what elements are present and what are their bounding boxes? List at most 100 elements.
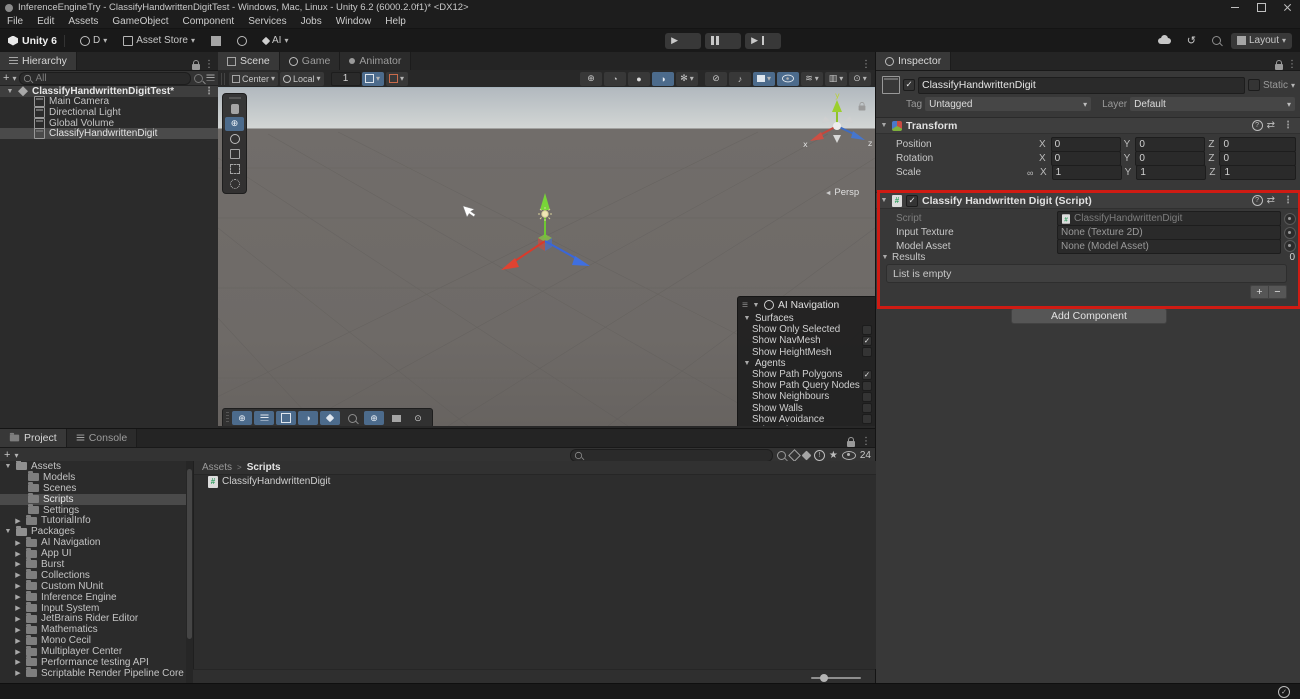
hierarchy-item-main-camera[interactable]: Main Camera — [0, 97, 218, 108]
tab-console[interactable]: Console — [67, 429, 138, 447]
position-y-field[interactable]: 0 — [1135, 137, 1205, 152]
hierarchy-item-global-volume[interactable]: Global Volume — [0, 118, 218, 129]
effects-dropdown[interactable]: ✻▾ — [676, 72, 698, 86]
create-dropdown-icon[interactable]: ▾ — [12, 74, 16, 83]
move-gizmo[interactable] — [501, 193, 590, 270]
checkbox[interactable] — [862, 414, 872, 424]
lock-icon[interactable] — [847, 441, 855, 447]
panel-menu-icon[interactable]: ⋮ — [1283, 59, 1300, 70]
breadcrumb-current[interactable]: Scripts — [247, 462, 281, 473]
gameobject-active-checkbox[interactable]: ✓ — [903, 79, 915, 91]
scale-x-field[interactable]: 1 — [1052, 165, 1122, 180]
tag-dropdown[interactable]: Untagged▾ — [925, 97, 1091, 111]
package-jetbrains-rider-editor[interactable]: ▶JetBrains Rider Editor — [0, 613, 186, 624]
rotation-y-field[interactable]: 0 — [1135, 151, 1205, 166]
shading-mode-button[interactable]: ◔ — [604, 72, 626, 86]
asset-store-dropdown[interactable]: Asset Store▾ — [117, 33, 201, 49]
audio-toggle[interactable]: ♪ — [729, 72, 751, 86]
menu-file[interactable]: File — [0, 16, 30, 27]
results-foldout-icon[interactable]: ▼ — [881, 254, 889, 261]
search-button[interactable] — [1206, 33, 1227, 49]
cameras-overlay-button[interactable] — [386, 411, 406, 425]
transform-component-header[interactable]: ▼ Transform ? ⇄ ⋮ — [876, 117, 1300, 134]
scale-tool-button[interactable] — [225, 147, 244, 161]
rotation-x-field[interactable]: 0 — [1051, 151, 1121, 166]
package-mathematics[interactable]: ▶Mathematics — [0, 624, 186, 635]
static-checkbox[interactable] — [1248, 79, 1260, 91]
nav-toggle-show-heightmesh[interactable]: Show HeightMesh — [738, 347, 875, 358]
folder-tutorialinfo[interactable]: ▶TutorialInfo — [0, 515, 186, 526]
transform-tool-button[interactable] — [225, 177, 244, 191]
rotate-tool-button[interactable] — [225, 132, 244, 146]
folder-scenes[interactable]: Scenes — [0, 483, 186, 494]
checkbox[interactable]: ✓ — [862, 336, 872, 346]
tab-scene[interactable]: Scene — [218, 52, 280, 70]
ai-dropdown[interactable]: AI▾ — [257, 33, 294, 49]
orientation-overlay-button[interactable]: ⊕ — [364, 411, 384, 425]
2d-toggle[interactable]: ⊘ — [705, 72, 727, 86]
collab-button[interactable] — [231, 33, 253, 49]
play-button[interactable]: ▶ — [665, 33, 701, 49]
static-dropdown-icon[interactable]: ▾ — [1291, 81, 1295, 90]
package-collections[interactable]: ▶Collections — [0, 570, 186, 581]
menu-assets[interactable]: Assets — [61, 16, 105, 27]
scene-viewport[interactable]: y x z ◄ Persp ⊕ — [218, 87, 875, 426]
nav-section-surfaces[interactable]: ▼Surfaces — [738, 313, 875, 324]
menu-gameobject[interactable]: GameObject — [105, 16, 175, 27]
tool-settings-button[interactable] — [254, 411, 274, 425]
layout-dropdown[interactable]: Layout▾ — [1231, 33, 1292, 49]
hierarchy-search-input[interactable]: All — [19, 72, 191, 85]
list-add-button[interactable]: + — [1250, 285, 1269, 299]
nav-section-obstacles[interactable]: ▼Obstacles — [738, 425, 875, 426]
create-asset-dropdown-icon[interactable]: ▾ — [14, 451, 18, 460]
account-dropdown[interactable]: D▾ — [74, 33, 113, 49]
scale-y-field[interactable]: 1 — [1136, 165, 1206, 180]
project-search-input[interactable] — [570, 449, 773, 462]
checkbox[interactable] — [862, 347, 872, 357]
skybox-toggle[interactable]: ◑ — [652, 72, 674, 86]
component-enabled-checkbox[interactable]: ✓ — [906, 195, 918, 207]
nav-toggle-show-only-selected[interactable]: Show Only Selected — [738, 324, 875, 335]
package-inference-engine[interactable]: ▶Inference Engine — [0, 592, 186, 603]
scale-z-field[interactable]: 1 — [1220, 165, 1296, 180]
presets-icon[interactable]: ⇄ — [1267, 120, 1275, 131]
close-button[interactable] — [1274, 0, 1300, 15]
component-menu-icon[interactable]: ⋮ — [1279, 195, 1297, 206]
visibility-icon[interactable] — [842, 451, 856, 460]
overlay-drag-handle[interactable] — [226, 412, 229, 424]
object-picker-icon[interactable] — [1284, 213, 1296, 225]
script-object-field[interactable]: #ClassifyHandwrittenDigit — [1057, 211, 1281, 226]
move-tool-button[interactable]: ⊕ — [225, 117, 244, 131]
position-z-field[interactable]: 0 — [1219, 137, 1296, 152]
increment-snapping-dropdown[interactable]: ▾ — [386, 72, 408, 86]
background-tasks-icon[interactable]: ✓ — [1278, 686, 1290, 698]
package-burst[interactable]: ▶Burst — [0, 559, 186, 570]
menu-help[interactable]: Help — [378, 16, 413, 27]
menu-edit[interactable]: Edit — [30, 16, 61, 27]
package-ai-navigation[interactable]: ▶AI Navigation — [0, 537, 186, 548]
checkbox[interactable] — [862, 381, 872, 391]
script-component-header[interactable]: ▼ # ✓ Classify Handwritten Digit (Script… — [876, 192, 1300, 209]
checkbox[interactable] — [862, 403, 872, 413]
sort-icon[interactable] — [206, 74, 214, 81]
grid-visibility-dropdown[interactable]: ▥▾ — [825, 72, 847, 86]
foldout-icon[interactable]: ▼ — [880, 197, 888, 204]
folder-settings[interactable]: Settings — [0, 505, 186, 516]
gizmo-lock-icon[interactable] — [859, 105, 866, 110]
lighting-toggle[interactable]: ● — [628, 72, 650, 86]
layer-dropdown[interactable]: Default▾ — [1130, 97, 1295, 111]
folder-packages[interactable]: ▼Packages — [0, 526, 186, 537]
rotation-z-field[interactable]: 0 — [1219, 151, 1296, 166]
position-x-field[interactable]: 0 — [1051, 137, 1121, 152]
maximize-button[interactable] — [1248, 0, 1274, 15]
checkbox[interactable] — [862, 392, 872, 402]
nav-toggle-show-walls[interactable]: Show Walls — [738, 403, 875, 414]
menu-window[interactable]: Window — [329, 16, 379, 27]
object-picker-icon[interactable] — [1284, 227, 1296, 239]
help-icon[interactable]: ? — [1252, 120, 1263, 131]
create-button[interactable]: + — [3, 72, 9, 84]
menu-jobs[interactable]: Jobs — [294, 16, 329, 27]
view-orientation-gizmo[interactable]: y x z — [803, 91, 872, 149]
nav-toggle-show-path-polygons[interactable]: Show Path Polygons✓ — [738, 369, 875, 380]
search-by-asset-icon[interactable] — [788, 449, 801, 462]
